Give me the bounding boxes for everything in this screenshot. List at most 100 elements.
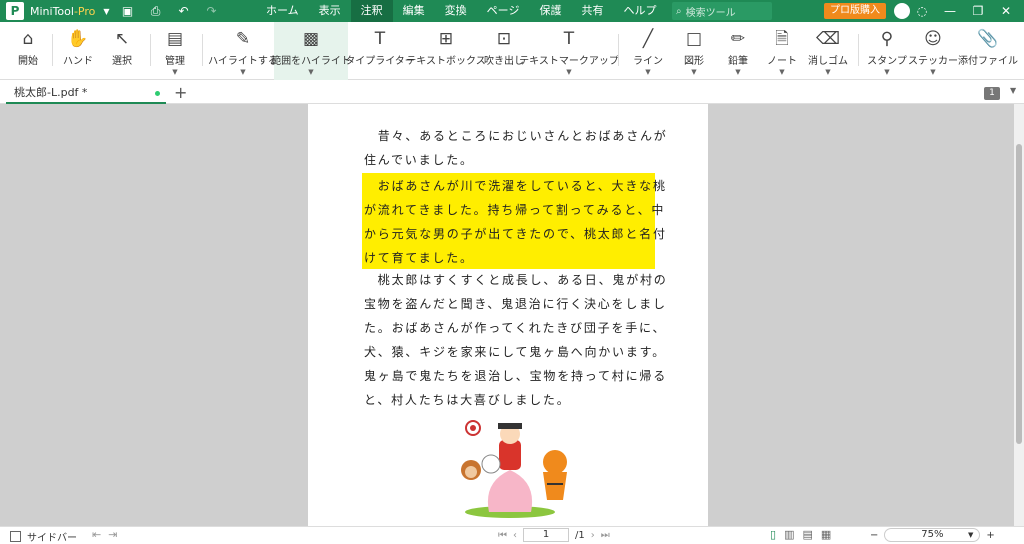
tool-label: 図形: [684, 56, 704, 67]
tool-line[interactable]: ╱ ライン ▼: [632, 22, 664, 80]
text-line: が流れてきました。持ち帰って割ってみると、中: [364, 203, 666, 217]
redo-icon[interactable]: ↷: [204, 4, 220, 19]
menu-share[interactable]: 共有: [571, 0, 613, 22]
tool-note[interactable]: 🗎 ノート ▼: [766, 22, 798, 80]
menu-annotate[interactable]: 注釈: [350, 0, 393, 22]
document-tab-bar: 桃太郎-L.pdf * + 1 ▼: [0, 80, 1024, 104]
vertical-scrollbar[interactable]: [1014, 104, 1024, 526]
typewriter-icon: T: [374, 29, 386, 49]
feedback-icon[interactable]: ◌: [908, 4, 936, 18]
document-tab[interactable]: 桃太郎-L.pdf *: [6, 84, 166, 104]
tool-label: 範囲をハイライト: [271, 56, 351, 67]
scrollbar-thumb[interactable]: [1016, 144, 1022, 444]
area-highlight-icon: ▩: [302, 29, 320, 49]
menu-bar: ホーム 表示 注釈 編集 変換 ページ 保護 共有 ヘルプ: [256, 0, 666, 22]
divider: [150, 34, 151, 66]
chevron-down-icon: ▼: [884, 68, 890, 76]
tool-label: ハンド: [63, 56, 93, 67]
buy-pro-button[interactable]: プロ版購入: [824, 3, 886, 19]
tool-shape[interactable]: □ 図形 ▼: [678, 22, 710, 80]
zoom-out-icon[interactable]: −: [870, 530, 878, 541]
tool-sticker[interactable]: ☺ ステッカー ▼: [908, 22, 958, 80]
grid-view-icon[interactable]: ▦: [821, 528, 831, 541]
tool-select[interactable]: ↖ 選択: [106, 22, 138, 80]
manage-icon: ▤: [166, 29, 184, 49]
minimize-icon[interactable]: —: [936, 4, 964, 18]
print-icon[interactable]: ⎙: [148, 4, 164, 19]
divider: [52, 34, 53, 66]
first-page-icon[interactable]: ⏮: [498, 530, 507, 541]
divider: [858, 34, 859, 66]
zoom-in-icon[interactable]: +: [986, 530, 994, 541]
cursor-icon: ↖: [114, 29, 130, 49]
tool-label: ハイライトする: [208, 56, 278, 67]
single-page-view-icon[interactable]: ▯: [770, 528, 776, 541]
history-nav: ⇤ ⇥: [92, 528, 117, 541]
tool-area-highlight[interactable]: ▩ 範囲をハイライト ▼: [271, 22, 351, 80]
pdf-page[interactable]: 昔々、あるところにおじいさんとおばあさんが 住んでいました。 おばあさんが川で洗…: [308, 104, 708, 526]
menu-help[interactable]: ヘルプ: [613, 0, 666, 22]
chevron-down-icon: ▼: [308, 68, 314, 76]
note-icon: 🗎: [775, 29, 789, 49]
two-page-view-icon[interactable]: ▥: [784, 528, 794, 541]
save-icon[interactable]: ▣: [120, 4, 136, 19]
next-page-icon[interactable]: ›: [591, 530, 595, 541]
forward-icon[interactable]: ⇥: [108, 528, 117, 541]
tool-textbox[interactable]: ⊞ テキストボックス: [406, 22, 485, 80]
back-icon[interactable]: ⇤: [92, 528, 101, 541]
tool-typewriter[interactable]: T タイプライター: [345, 22, 415, 80]
search-icon: ⌕: [676, 5, 682, 17]
menu-edit[interactable]: 編集: [393, 0, 435, 22]
app-name-text: MiniTool: [30, 4, 74, 18]
menu-protect[interactable]: 保護: [529, 0, 571, 22]
menu-page[interactable]: ページ: [477, 0, 530, 22]
tool-pencil[interactable]: ✏ 鉛筆 ▼: [722, 22, 754, 80]
highlighter-icon: ✎: [235, 29, 251, 49]
tool-attachment[interactable]: 📎 添付ファイル: [958, 22, 1018, 80]
tool-label: ステッカー: [908, 56, 958, 67]
tool-start[interactable]: ⌂ 開始: [12, 22, 44, 80]
view-mode-group: ▯ ▥ ▤ ▦: [770, 528, 831, 541]
last-page-icon[interactable]: ⏭: [601, 530, 610, 541]
undo-icon[interactable]: ↶: [176, 4, 192, 19]
app-logo-icon: P: [6, 2, 24, 20]
chevron-down-icon: ▼: [645, 68, 651, 76]
app-menu-chevron-down-icon[interactable]: ▼: [103, 7, 109, 16]
attachment-icon: 📎: [977, 29, 999, 49]
menu-view[interactable]: 表示: [309, 0, 351, 22]
zoom-control: − 75% ▼ +: [870, 528, 995, 542]
total-pages: /1: [575, 529, 585, 541]
modified-dot-icon: [155, 91, 160, 96]
continuous-view-icon[interactable]: ▤: [802, 528, 812, 541]
momotaro-illustration: [461, 420, 567, 518]
page-count-badge: 1: [984, 87, 1000, 100]
app-name: MiniTool-Pro: [30, 5, 95, 18]
document-tab-title: 桃太郎-L.pdf *: [14, 86, 88, 99]
zoom-select[interactable]: 75% ▼: [884, 528, 981, 542]
restore-icon[interactable]: ❐: [964, 4, 992, 18]
page-number-input[interactable]: 1: [523, 528, 569, 542]
chevron-down-icon: ▼: [735, 68, 741, 76]
menu-home[interactable]: ホーム: [256, 0, 309, 22]
document-viewport[interactable]: 昔々、あるところにおじいさんとおばあさんが 住んでいました。 おばあさんが川で洗…: [0, 104, 1014, 526]
search-input[interactable]: ⌕ 検索ツール: [672, 2, 772, 20]
tool-hand[interactable]: ✋ ハンド: [62, 22, 94, 80]
tool-stamp[interactable]: ⚲ スタンプ ▼: [866, 22, 908, 80]
sidebar-toggle[interactable]: サイドバー: [10, 529, 77, 544]
chevron-down-icon[interactable]: ▼: [1010, 86, 1016, 95]
add-tab-icon[interactable]: +: [174, 83, 187, 102]
chevron-down-icon: ▼: [566, 68, 572, 76]
tool-highlight[interactable]: ✎ ハイライトする ▼: [208, 22, 278, 80]
text-line: 宝物を盗んだと聞き、鬼退治に行く決心をしまし: [364, 297, 667, 311]
tool-text-markup[interactable]: T テキストマークアップ ▼: [519, 22, 619, 80]
tool-label: 選択: [112, 56, 132, 67]
close-icon[interactable]: ✕: [992, 4, 1020, 18]
tool-callout[interactable]: ⊡ 吹き出し: [484, 22, 524, 80]
paragraph-2: おばあさんが川で洗濯をしていると、大きな桃 が流れてきました。持ち帰って割ってみ…: [364, 174, 667, 270]
tool-manage[interactable]: ▤ 管理 ▼: [158, 22, 192, 80]
text-line: 鬼ヶ島で鬼たちを退治し、宝物を持って村に帰る: [364, 369, 668, 383]
tool-label: タイプライター: [345, 56, 415, 67]
tool-eraser[interactable]: ⌫ 消しゴム ▼: [806, 22, 850, 80]
prev-page-icon[interactable]: ‹: [513, 530, 517, 541]
menu-convert[interactable]: 変換: [435, 0, 477, 22]
